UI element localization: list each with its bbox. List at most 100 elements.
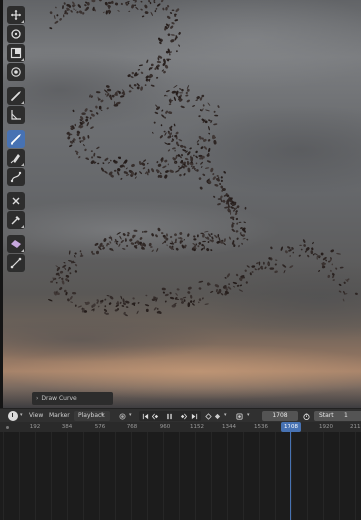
scale-tool-button[interactable] xyxy=(7,44,25,62)
track-grid-line xyxy=(275,432,276,520)
keyframe-insert-button[interactable] xyxy=(212,411,222,421)
timeline-header: ▾ View Marker Playback ▾ ▾ ▾ ▾ 1708 Star… xyxy=(0,408,361,422)
transform-icon xyxy=(11,67,21,77)
track-grid-line xyxy=(19,432,20,520)
line-tool-button[interactable] xyxy=(7,254,25,272)
track-grid-line xyxy=(3,432,4,520)
pen-tool-button[interactable] xyxy=(7,149,25,167)
tool-variants-indicator xyxy=(21,249,24,252)
start-frame-value: 1 xyxy=(344,412,348,419)
track-grid-line xyxy=(291,432,292,520)
keyframe-icon xyxy=(204,412,212,420)
ruler-tick: 768 xyxy=(126,424,138,430)
track-grid-line xyxy=(227,432,228,520)
ruler-tick: 2112 xyxy=(350,424,361,430)
tool-shelf xyxy=(7,6,27,272)
jump-to-start-button[interactable] xyxy=(140,411,150,421)
track-grid-line xyxy=(51,432,52,520)
point-icon xyxy=(12,197,20,205)
chevron-right-icon: › xyxy=(36,395,39,402)
operator-label: Draw Curve xyxy=(41,395,77,402)
chevron-down-icon: ▾ xyxy=(129,412,132,418)
snapping-toggle[interactable] xyxy=(234,411,244,421)
viewport-left-border xyxy=(0,0,3,408)
start-frame-field[interactable]: Start 1 xyxy=(314,411,361,421)
ruler-tick: 1344 xyxy=(222,424,236,430)
preview-range-toggle[interactable] xyxy=(301,411,311,421)
operator-redo-panel[interactable]: › Draw Curve xyxy=(32,392,113,405)
marker-menu[interactable]: Marker xyxy=(49,412,70,419)
eyedropper-tool-button[interactable] xyxy=(7,211,25,229)
draw-tool-button[interactable] xyxy=(7,130,25,148)
measure-icon xyxy=(11,110,21,120)
draw-icon xyxy=(11,134,21,145)
track-grid-line xyxy=(243,432,244,520)
ruler-tick: 192 xyxy=(29,424,41,430)
transform-tool-button[interactable] xyxy=(7,63,25,81)
stopwatch-icon xyxy=(302,412,310,420)
curve-tool-button[interactable] xyxy=(7,168,25,186)
snap-icon xyxy=(235,412,243,420)
measure-tool-button[interactable] xyxy=(7,106,25,124)
track-grid-line xyxy=(131,432,132,520)
playhead-frame-badge[interactable]: 1708 xyxy=(281,422,301,432)
track-grid-line xyxy=(147,432,148,520)
track-grid-line xyxy=(195,432,196,520)
jump-start-icon xyxy=(142,413,148,419)
timeline-editor-type-icon[interactable] xyxy=(8,411,18,421)
track-grid-line xyxy=(83,432,84,520)
particles xyxy=(48,0,358,317)
tool-variants-indicator xyxy=(21,163,24,166)
point-tool-button[interactable] xyxy=(7,192,25,210)
tool-variants-indicator xyxy=(21,225,24,228)
timeline-track-area[interactable] xyxy=(0,432,361,520)
ruler-tick: 384 xyxy=(61,424,73,430)
frame-ruler[interactable]: 192 384 576 768 960 1152 1344 1536 1728 … xyxy=(0,422,361,432)
line-icon xyxy=(10,257,22,269)
chevron-down-icon: ▾ xyxy=(101,412,104,418)
ruler-tick: 1152 xyxy=(190,424,204,430)
playhead-line[interactable] xyxy=(290,422,291,520)
tool-variants-indicator xyxy=(21,20,24,23)
ruler-tick: 960 xyxy=(159,424,171,430)
track-grid-line xyxy=(35,432,36,520)
track-grid-line xyxy=(115,432,116,520)
view-menu[interactable]: View xyxy=(29,412,43,419)
ruler-tick: 576 xyxy=(94,424,106,430)
next-keyframe-icon xyxy=(180,413,187,419)
track-grid-line xyxy=(355,432,356,520)
current-frame-field[interactable]: 1708 xyxy=(262,411,298,421)
track-grid-line xyxy=(259,432,260,520)
track-grid-line xyxy=(163,432,164,520)
jump-end-icon xyxy=(191,413,197,419)
jump-next-keyframe-button[interactable] xyxy=(178,411,188,421)
move-tool-button[interactable] xyxy=(7,6,25,24)
keyframe-icon xyxy=(214,413,220,419)
rotate-icon xyxy=(11,29,21,39)
ruler-tick: 1536 xyxy=(254,424,268,430)
eraser-tool-button[interactable] xyxy=(7,235,25,253)
pause-icon xyxy=(166,413,172,419)
tool-variants-indicator xyxy=(21,58,24,61)
annotate-tool-button[interactable] xyxy=(7,87,25,105)
particle-swarm xyxy=(48,0,358,317)
track-grid-line xyxy=(339,432,340,520)
ruler-tick: 1920 xyxy=(319,424,333,430)
auto-keying-toggle[interactable] xyxy=(117,411,127,421)
rotate-tool-button[interactable] xyxy=(7,25,25,43)
prev-keyframe-icon xyxy=(151,413,158,419)
track-grid-line xyxy=(99,432,100,520)
jump-prev-keyframe-button[interactable] xyxy=(150,411,160,421)
start-frame-label: Start xyxy=(319,412,334,419)
track-grid-line xyxy=(211,432,212,520)
record-icon xyxy=(118,412,126,420)
pause-button[interactable] xyxy=(164,411,174,421)
3d-viewport[interactable]: › Draw Curve xyxy=(0,0,361,408)
curve-icon xyxy=(10,171,22,183)
chevron-down-icon: ▾ xyxy=(20,412,23,418)
tool-variants-indicator xyxy=(21,101,24,104)
jump-to-end-button[interactable] xyxy=(189,411,199,421)
chevron-down-icon: ▾ xyxy=(247,412,250,418)
track-grid-line xyxy=(307,432,308,520)
marker-dot xyxy=(6,426,9,429)
